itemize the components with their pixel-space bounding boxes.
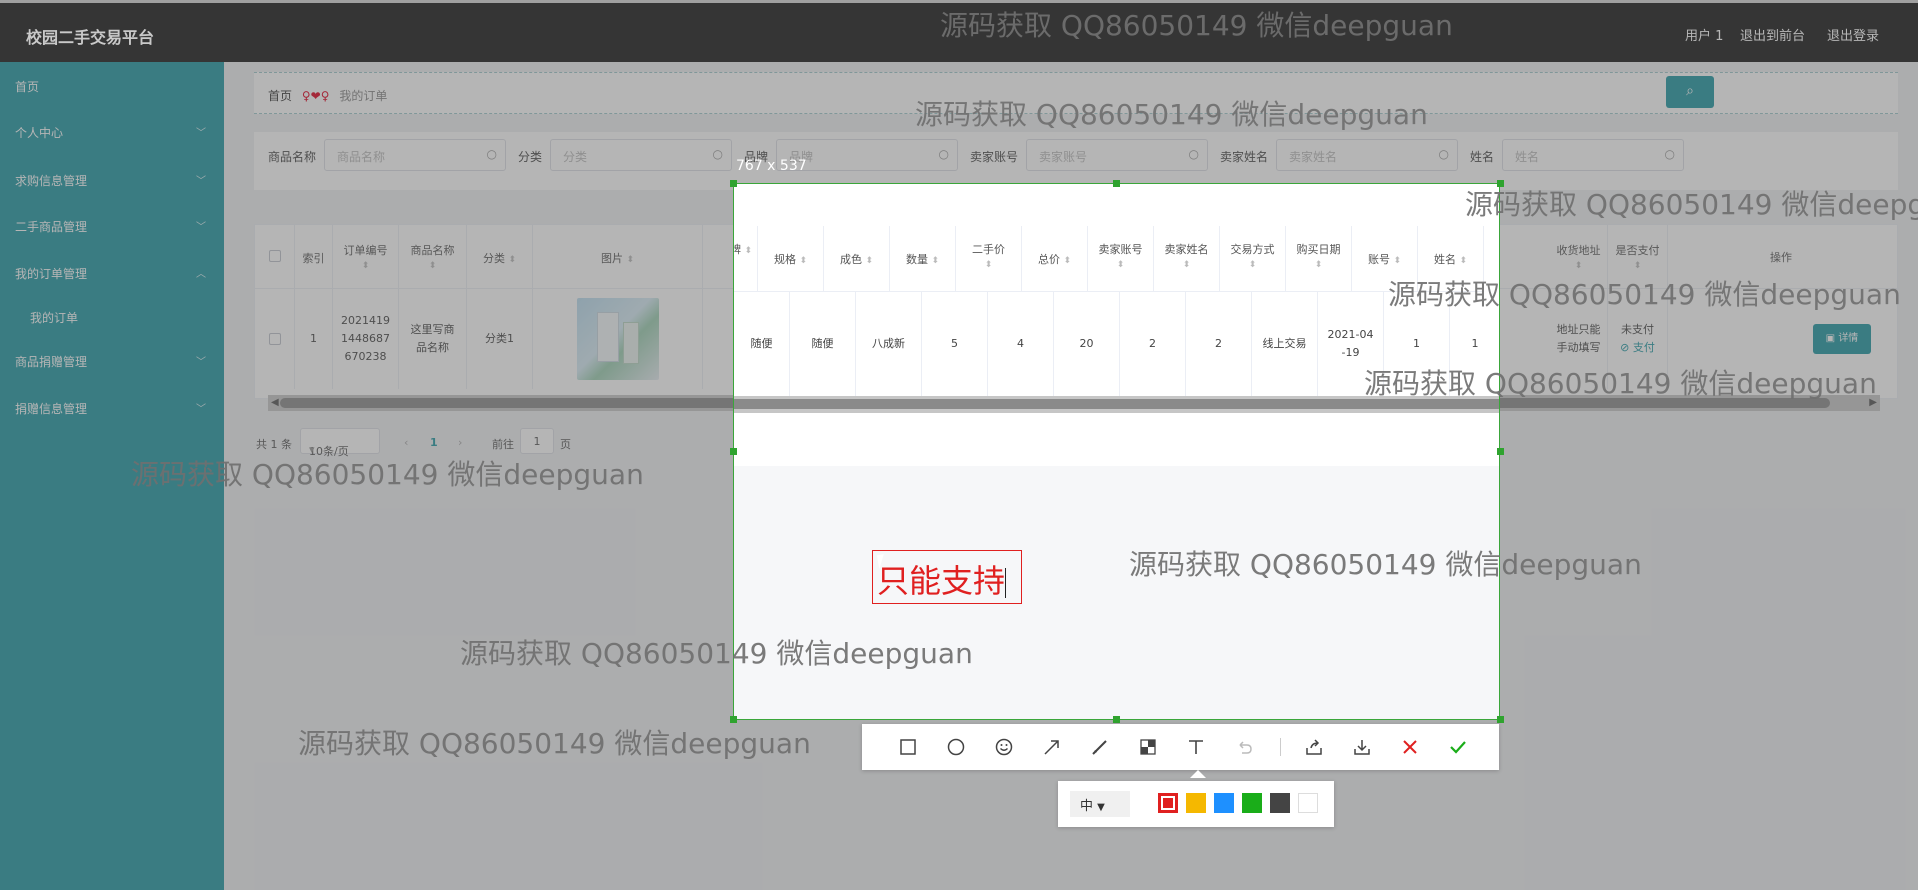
mouse-cursor-icon — [876, 552, 894, 570]
text-annotation-box[interactable]: 只能支持 — [872, 550, 1022, 604]
cell-seller-account: 2 — [1120, 292, 1186, 396]
resize-handle-nw[interactable] — [730, 180, 737, 187]
col-header-label: 购买日期 — [1296, 243, 1341, 256]
col-header-label: 姓名 — [1433, 253, 1456, 266]
col-header-label: 账号 — [1367, 253, 1390, 266]
rectangle-icon[interactable] — [892, 732, 924, 762]
annotation-toolbar — [862, 724, 1499, 770]
sort-icon: ⬍ — [1063, 256, 1072, 266]
cell-spec: 随便 — [790, 292, 856, 396]
sort-icon: ⬍ — [1116, 260, 1125, 270]
watermark: 源码获取 QQ86050149 微信deepguan — [1129, 548, 1642, 581]
caret-down-icon: ▼ — [1097, 802, 1105, 813]
col-header-label: 卖家账号 — [1098, 243, 1143, 256]
cell-trade-method: 线上交易 — [1252, 292, 1318, 396]
watermark: 源码获取 QQ86050149 微信deepguan — [1388, 278, 1901, 311]
sort-icon: ⬍ — [1314, 260, 1323, 270]
cell-qty: 5 — [922, 292, 988, 396]
text-caret — [1005, 568, 1007, 598]
font-size-select[interactable]: 中 ▼ — [1070, 791, 1130, 817]
sort-icon: ⬍ — [1182, 260, 1191, 270]
toolbar-divider — [1280, 738, 1281, 756]
col-header-total[interactable]: 总价 ⬍ — [1022, 226, 1088, 292]
text-icon[interactable] — [1180, 732, 1212, 762]
col-header-label: 总价 — [1037, 253, 1060, 266]
sort-icon: ⬍ — [744, 246, 753, 256]
emoji-icon[interactable] — [988, 732, 1020, 762]
col-header-trade-method[interactable]: 交易方式 ⬍ — [1220, 226, 1286, 292]
resize-handle-s[interactable] — [1113, 716, 1120, 723]
sort-icon: ⬍ — [1459, 256, 1468, 266]
arrow-icon[interactable] — [1036, 732, 1068, 762]
cell-total: 20 — [1054, 292, 1120, 396]
confirm-icon[interactable] — [1442, 732, 1474, 762]
sort-icon: ⬍ — [1393, 256, 1402, 266]
resize-handle-n[interactable] — [1113, 180, 1120, 187]
resize-handle-w[interactable] — [730, 448, 737, 455]
mosaic-icon[interactable] — [1132, 732, 1164, 762]
col-header-label: 交易方式 — [1230, 243, 1275, 256]
sort-icon: ⬍ — [984, 260, 993, 270]
col-header-label: 二手价 — [972, 243, 1005, 256]
watermark: 源码获取 QQ86050149 微信deepguan — [131, 458, 644, 491]
cell-brand: 随便 — [734, 292, 790, 396]
resize-handle-se[interactable] — [1497, 716, 1504, 723]
col-header-label: 数量 — [905, 253, 928, 266]
watermark: 源码获取 QQ86050149 微信deepguan — [460, 637, 973, 670]
col-header-condition[interactable]: 成色 ⬍ — [824, 226, 890, 292]
color-swatch-yellow[interactable] — [1186, 793, 1206, 813]
pen-icon[interactable] — [1084, 732, 1116, 762]
sort-icon: ⬍ — [931, 256, 940, 266]
ellipse-icon[interactable] — [940, 732, 972, 762]
col-header-seller-name[interactable]: 卖家姓名 ⬍ — [1154, 226, 1220, 292]
watermark: 源码获取 QQ86050149 微信deepguan — [1364, 367, 1877, 400]
color-swatch-dark-gray[interactable] — [1270, 793, 1290, 813]
watermark: 源码获取 QQ86050149 微信deepguan — [1465, 188, 1918, 221]
cell-condition: 八成新 — [856, 292, 922, 396]
watermark: 源码获取 QQ86050149 微信deepguan — [915, 98, 1428, 131]
col-header-seller-account[interactable]: 卖家账号 ⬍ — [1088, 226, 1154, 292]
share-icon[interactable] — [1298, 732, 1330, 762]
col-header-spec[interactable]: 规格 ⬍ — [758, 226, 824, 292]
watermark: 源码获取 QQ86050149 微信deepguan — [298, 727, 811, 760]
text-style-bar: 中 ▼ — [1058, 781, 1334, 827]
color-swatch-green[interactable] — [1242, 793, 1262, 813]
col-header-label: 品牌 — [734, 243, 741, 256]
sort-icon: ⬍ — [865, 256, 874, 266]
col-header-label: 成色 — [839, 253, 862, 266]
text-annotation-content: 只能支持 — [877, 562, 1006, 600]
toolbar-pointer — [1190, 770, 1206, 778]
cell-price: 4 — [988, 292, 1054, 396]
cancel-icon[interactable] — [1394, 732, 1426, 762]
watermark: 源码获取 QQ86050149 微信deepguan — [940, 9, 1453, 42]
sort-icon: ⬍ — [1248, 260, 1257, 270]
color-swatch-red[interactable] — [1158, 793, 1178, 813]
color-swatch-blue[interactable] — [1214, 793, 1234, 813]
col-header-qty[interactable]: 数量 ⬍ — [890, 226, 956, 292]
resize-handle-e[interactable] — [1497, 448, 1504, 455]
sort-icon: ⬍ — [799, 256, 808, 266]
cell-seller-name: 2 — [1186, 292, 1252, 396]
col-header-label: 卖家姓名 — [1164, 243, 1209, 256]
col-header-purchase-date[interactable]: 购买日期 ⬍ — [1286, 226, 1352, 292]
download-icon[interactable] — [1346, 732, 1378, 762]
capture-size-label: 767 x 537 — [736, 158, 807, 174]
font-size-value: 中 — [1080, 799, 1094, 814]
col-header-brand: 品牌 ⬍ — [734, 226, 758, 292]
col-header-label: 规格 — [773, 253, 796, 266]
color-swatch-white[interactable] — [1298, 793, 1318, 813]
col-header-price[interactable]: 二手价 ⬍ — [956, 226, 1022, 292]
undo-icon[interactable] — [1228, 732, 1260, 762]
